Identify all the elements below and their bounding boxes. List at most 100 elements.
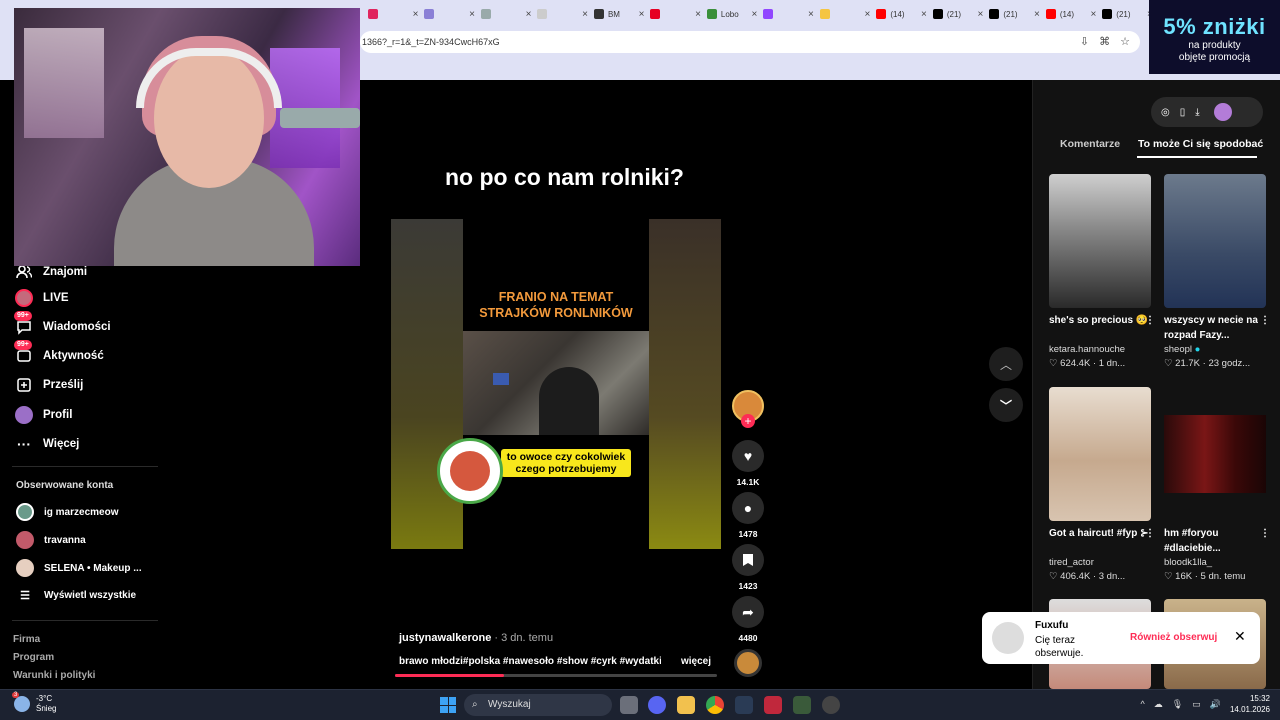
weather-widget[interactable]: 3 -3°C Śnieg bbox=[12, 692, 56, 714]
like-count: 14.1K bbox=[736, 477, 760, 487]
tab-close-icon[interactable]: × bbox=[413, 9, 419, 20]
card-menu-icon[interactable]: ⋮ bbox=[1260, 313, 1266, 328]
footer-link-company[interactable]: Firma bbox=[13, 634, 40, 645]
address-bar[interactable]: 1366?_r=1&_t=ZN-934CwcH67xG ⇩ ⌘ ☆ bbox=[360, 31, 1140, 53]
video-progress-bar[interactable] bbox=[395, 674, 717, 677]
file-explorer-icon[interactable] bbox=[677, 696, 695, 714]
tab-favicon-icon bbox=[989, 9, 1000, 19]
card-title: Got a haircut! #fyp ⊱ ⋮ bbox=[1049, 526, 1151, 556]
app-icon[interactable] bbox=[822, 696, 840, 714]
footer-link-program[interactable]: Program bbox=[13, 652, 54, 663]
tab-close-icon[interactable]: × bbox=[977, 9, 983, 20]
chrome-icon[interactable] bbox=[706, 696, 724, 714]
tab-comments[interactable]: Komentarze bbox=[1060, 138, 1120, 150]
task-view-icon[interactable] bbox=[620, 696, 638, 714]
clock[interactable]: 15:32 14.01.2026 bbox=[1230, 693, 1270, 715]
tab-close-icon[interactable]: × bbox=[1090, 9, 1096, 20]
sidebar-item-live[interactable]: LIVE bbox=[14, 288, 69, 308]
browser-tab[interactable]: (14) × bbox=[876, 3, 927, 25]
save-button[interactable]: 1423 bbox=[732, 544, 764, 591]
bookmark-star-icon[interactable]: ☆ bbox=[1120, 31, 1130, 53]
more-icon: ··· bbox=[17, 436, 31, 452]
recommended-card[interactable]: she's so precious 🥺 ⋮ ketara.hannouche ♡ … bbox=[1049, 174, 1151, 369]
onedrive-icon[interactable]: ☁ bbox=[1154, 699, 1163, 710]
sidebar-item-profile[interactable]: Profil bbox=[14, 405, 72, 425]
show-all-following[interactable]: ☰ Wyświetl wszystkie bbox=[16, 589, 136, 602]
following-account[interactable]: SELENA • Makeup ... bbox=[16, 559, 142, 577]
music-disc-icon[interactable] bbox=[734, 649, 762, 677]
browser-tab[interactable]: (21)× bbox=[989, 3, 1040, 25]
share-button[interactable]: ➦ 4480 bbox=[732, 596, 764, 643]
translate-icon[interactable]: ⌘ bbox=[1099, 31, 1110, 53]
browser-tab[interactable]: BM × bbox=[593, 3, 645, 25]
tab-recommended[interactable]: To może Ci się spodobać bbox=[1138, 138, 1263, 150]
weather-temp: -3°C bbox=[36, 694, 53, 703]
browser-tab[interactable]: (21)× bbox=[1102, 3, 1153, 25]
browser-tab[interactable]: (14) × bbox=[1045, 3, 1096, 25]
coin-icon[interactable]: ◎ bbox=[1161, 107, 1170, 118]
card-menu-icon[interactable]: ⋮ bbox=[1145, 313, 1151, 328]
chevron-up-icon[interactable]: ^ bbox=[1141, 699, 1145, 709]
recommended-card[interactable]: Got a haircut! #fyp ⊱ ⋮ tired_actor ♡ 406… bbox=[1049, 387, 1151, 582]
browser-tab[interactable]: × bbox=[368, 3, 418, 25]
tab-close-icon[interactable]: × bbox=[582, 9, 588, 20]
sidebar-item-upload[interactable]: Prześlij bbox=[14, 375, 83, 395]
following-account[interactable]: ig marzecmeow bbox=[16, 503, 118, 521]
browser-tab[interactable]: × bbox=[763, 3, 814, 25]
tab-close-icon[interactable]: × bbox=[752, 9, 758, 20]
recommended-card[interactable]: hm #foryou #dlaciebie... ⋮ bloodk1lla_ ♡ … bbox=[1164, 387, 1266, 582]
tab-close-icon[interactable]: × bbox=[1034, 9, 1040, 20]
follow-back-button[interactable]: Również obserwuj bbox=[1130, 632, 1217, 643]
browser-tab[interactable]: × bbox=[424, 3, 475, 25]
browser-tab[interactable]: (21)× bbox=[932, 3, 983, 25]
show-all-label: Wyświetl wszystkie bbox=[44, 590, 137, 601]
microphone-icon[interactable]: 🎙 bbox=[1172, 699, 1183, 710]
more-button[interactable]: więcej bbox=[681, 656, 711, 667]
tab-close-icon[interactable]: × bbox=[469, 9, 475, 20]
following-account[interactable]: travanna bbox=[16, 531, 86, 549]
avatar[interactable] bbox=[1213, 103, 1232, 121]
follow-plus-icon[interactable]: + bbox=[741, 414, 755, 428]
tab-close-icon[interactable]: × bbox=[526, 9, 532, 20]
sidebar-item-messages[interactable]: 99+ Wiadomości bbox=[14, 311, 111, 337]
video-author[interactable]: justynawalkerone · 3 dn. temu bbox=[399, 632, 553, 644]
tab-close-icon[interactable]: × bbox=[639, 9, 645, 20]
sidebar-item-more[interactable]: ··· Więcej bbox=[14, 434, 79, 454]
video-player[interactable]: FRANIO NA TEMAT STRAJKÓW RONLNIKÓW to ow… bbox=[391, 219, 721, 549]
sidebar-item-activity[interactable]: 99+ Aktywność bbox=[14, 340, 104, 366]
app-icon[interactable] bbox=[793, 696, 811, 714]
search-icon: ⌕ bbox=[472, 699, 478, 710]
messages-badge: 99+ bbox=[14, 311, 32, 321]
taskbar-search[interactable]: ⌕ Wyszukaj bbox=[464, 694, 612, 716]
browser-tab[interactable]: × bbox=[650, 3, 701, 25]
next-video-button[interactable]: ﹀ bbox=[989, 388, 1023, 422]
browser-tab[interactable]: × bbox=[819, 3, 871, 25]
device-icon[interactable]: ▯ bbox=[1180, 107, 1186, 118]
install-app-icon[interactable]: ⇩ bbox=[1080, 31, 1089, 53]
browser-tab[interactable]: × bbox=[480, 3, 532, 25]
footer-link-terms[interactable]: Warunki i polityki bbox=[13, 670, 95, 681]
tab-close-icon[interactable]: × bbox=[865, 9, 871, 20]
card-menu-icon[interactable]: ⋮ bbox=[1260, 526, 1266, 541]
app-icon[interactable] bbox=[764, 696, 782, 714]
recommended-card[interactable]: wszyscy w necie na rozpad Fazy... ⋮ sheop… bbox=[1164, 174, 1266, 369]
promo-banner[interactable]: 5% zniżki na produkty objęte promocją bbox=[1149, 0, 1280, 74]
network-icon[interactable]: ▭ bbox=[1192, 699, 1201, 710]
windows-start-icon[interactable] bbox=[440, 697, 456, 713]
tv-shape bbox=[493, 373, 509, 385]
tab-close-icon[interactable]: × bbox=[808, 9, 814, 20]
address-url: 1366?_r=1&_t=ZN-934CwcH67xG bbox=[362, 37, 500, 47]
comment-button[interactable]: ● 1478 bbox=[732, 492, 764, 539]
card-menu-icon[interactable]: ⋮ bbox=[1145, 526, 1151, 541]
volume-icon[interactable]: 🔊 bbox=[1210, 699, 1221, 710]
app-icon[interactable] bbox=[735, 696, 753, 714]
download-icon[interactable]: ⤓ bbox=[1195, 107, 1199, 118]
tab-close-icon[interactable]: × bbox=[695, 9, 701, 20]
previous-video-button[interactable]: ︿ bbox=[989, 347, 1023, 381]
browser-tab[interactable]: Lobo × bbox=[706, 3, 758, 25]
like-button[interactable]: ♥ 14.1K bbox=[732, 440, 764, 487]
tab-close-icon[interactable]: × bbox=[921, 9, 927, 20]
browser-tab[interactable]: × bbox=[537, 3, 588, 25]
close-icon[interactable]: ✕ bbox=[1234, 628, 1246, 645]
discord-icon[interactable] bbox=[648, 696, 666, 714]
